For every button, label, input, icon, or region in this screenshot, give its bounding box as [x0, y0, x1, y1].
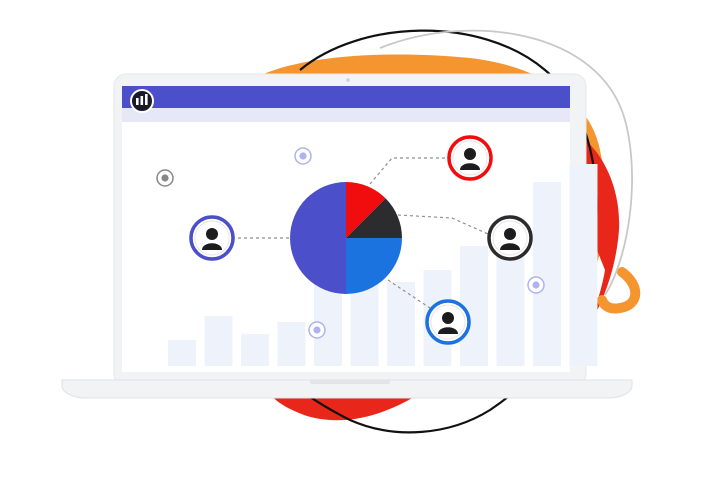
background-bar: [277, 322, 306, 366]
background-bar: [569, 164, 598, 366]
illustration: [61, 29, 641, 434]
target-dot-icon: [527, 276, 545, 294]
pie-chart: [290, 181, 402, 294]
background-bar: [241, 334, 269, 366]
background-bar: [204, 316, 233, 366]
avatar-purple-user-avatar-icon[interactable]: [189, 215, 235, 261]
subheader-bar: [122, 108, 570, 122]
avatar-red-user-avatar-icon[interactable]: [447, 135, 493, 181]
avatar-blue-user-avatar-icon[interactable]: [425, 299, 471, 345]
background-bar: [168, 340, 196, 366]
background-bar: [387, 282, 415, 366]
target-dot-icon: [156, 169, 174, 187]
bar-logo-icon[interactable]: [130, 89, 154, 113]
camera-dot: [346, 78, 350, 82]
target-dot-icon: [308, 321, 326, 339]
background-bar: [460, 246, 488, 366]
header-bar: [122, 86, 570, 108]
background-bar: [533, 182, 561, 366]
avatar-dark-user-avatar-icon[interactable]: [487, 215, 533, 261]
laptop-base-notch: [310, 380, 390, 384]
target-dot-icon: [294, 147, 312, 165]
